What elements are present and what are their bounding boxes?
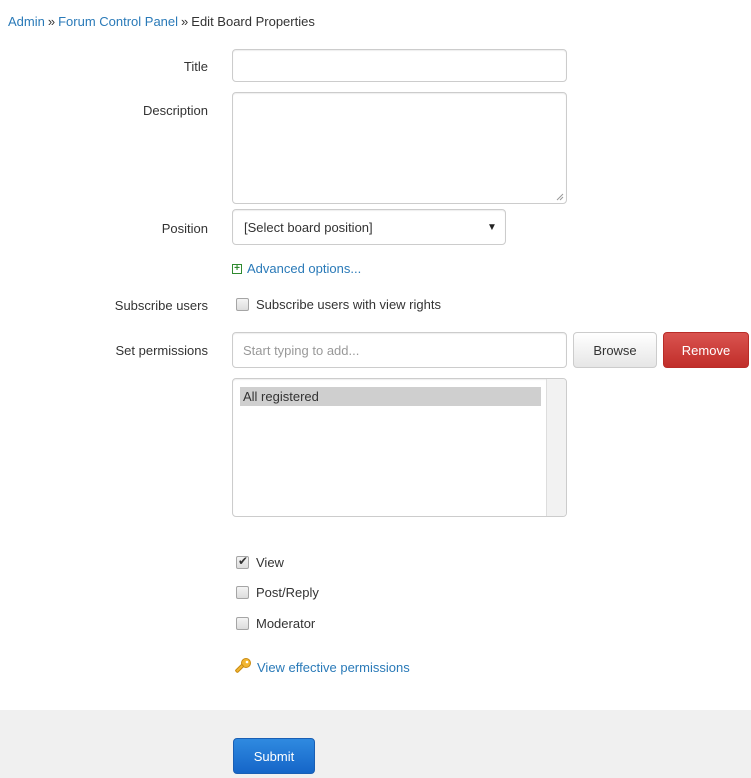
view-effective-permissions-link[interactable]: View effective permissions bbox=[257, 660, 410, 675]
view-checkbox[interactable]: ✔ bbox=[236, 554, 249, 569]
key-icon bbox=[235, 658, 251, 673]
subscribe-users-checkbox[interactable] bbox=[236, 298, 249, 311]
moderator-checkbox[interactable] bbox=[236, 617, 249, 630]
title-input[interactable] bbox=[232, 49, 567, 82]
breadcrumb: Admin» Forum Control Panel» Edit Board Pro… bbox=[8, 14, 315, 29]
form-footer: Submit bbox=[0, 710, 751, 778]
plus-box-icon: + bbox=[232, 263, 242, 274]
view-right-row: ✔ View bbox=[236, 554, 284, 570]
advanced-options-toggle[interactable]: + Advanced options... bbox=[232, 261, 361, 276]
subscribe-users-checkbox-label[interactable]: Subscribe users with view rights bbox=[256, 297, 441, 312]
list-item[interactable]: All registered bbox=[240, 387, 541, 406]
position-label: Position bbox=[161, 221, 208, 236]
breadcrumb-separator: » bbox=[47, 14, 56, 29]
moderator-checkbox-label[interactable]: Moderator bbox=[256, 616, 315, 631]
permissions-listbox[interactable]: All registered bbox=[232, 378, 567, 517]
dropdown-arrow-icon: ▼ bbox=[487, 221, 497, 233]
advanced-options-link[interactable]: Advanced options... bbox=[247, 261, 361, 276]
view-checkbox-label[interactable]: View bbox=[256, 555, 284, 570]
listbox-scrollbar[interactable] bbox=[546, 379, 566, 516]
resize-grip-icon[interactable] bbox=[556, 193, 564, 201]
set-permissions-label: Set permissions bbox=[115, 343, 208, 358]
post-reply-checkbox-label[interactable]: Post/Reply bbox=[256, 585, 319, 600]
post-reply-right-row: Post/Reply bbox=[236, 585, 319, 600]
breadcrumb-admin-link[interactable]: Admin bbox=[8, 14, 45, 29]
post-reply-checkbox[interactable] bbox=[236, 586, 249, 599]
subscribe-users-label: Subscribe users bbox=[114, 298, 208, 313]
title-label: Title bbox=[183, 59, 208, 74]
description-label: Description bbox=[142, 103, 208, 118]
breadcrumb-forum-control-panel-link[interactable]: Forum Control Panel bbox=[58, 14, 178, 29]
moderator-right-row: Moderator bbox=[236, 616, 315, 631]
description-textarea[interactable] bbox=[232, 92, 567, 204]
permissions-search-placeholder: Start typing to add... bbox=[243, 342, 360, 358]
view-effective-permissions[interactable]: View effective permissions bbox=[233, 657, 410, 677]
permissions-search-input[interactable]: Start typing to add... bbox=[232, 332, 567, 368]
subscribe-users-row: Subscribe users with view rights bbox=[236, 297, 441, 312]
submit-button[interactable]: Submit bbox=[233, 738, 315, 774]
checkmark-icon: ✔ bbox=[238, 554, 249, 568]
remove-button[interactable]: Remove bbox=[663, 332, 749, 368]
browse-button[interactable]: Browse bbox=[573, 332, 657, 368]
position-select[interactable]: [Select board position] ▼ bbox=[232, 209, 506, 245]
position-select-value: [Select board position] bbox=[244, 219, 373, 235]
breadcrumb-current-page: Edit Board Properties bbox=[191, 14, 315, 29]
breadcrumb-separator: » bbox=[181, 14, 189, 29]
